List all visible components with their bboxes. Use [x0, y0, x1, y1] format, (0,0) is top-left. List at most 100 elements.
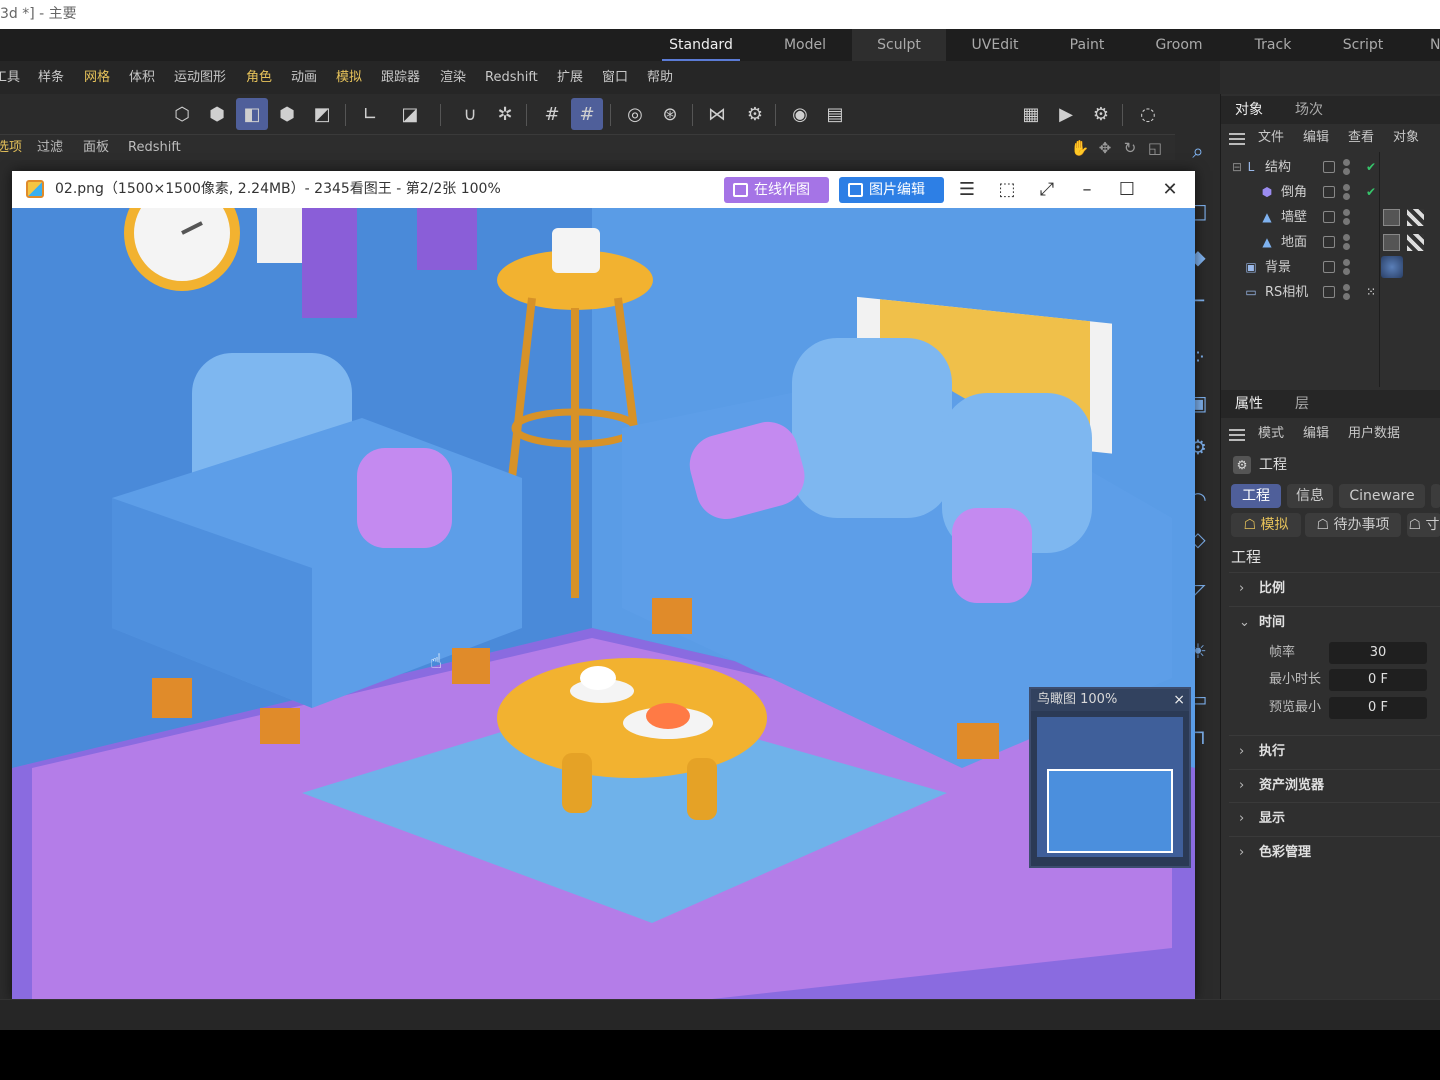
axis-icon[interactable]: ∟ [354, 98, 386, 130]
check-icon[interactable]: ✔ [1363, 159, 1379, 175]
phong-tag-icon[interactable] [1383, 234, 1400, 251]
menu-mesh[interactable]: 网格 [84, 61, 110, 94]
maximize-view-icon[interactable]: ◱ [1145, 138, 1165, 158]
uv-mode-icon[interactable]: ◩ [306, 98, 338, 130]
edit-toggle-icon[interactable] [1323, 261, 1335, 273]
menu-render[interactable]: 渲染 [440, 61, 466, 94]
hamburger-icon[interactable] [1229, 429, 1245, 441]
menu-mode[interactable]: 模式 [1258, 420, 1284, 448]
layout-tab-track[interactable]: Track [1238, 29, 1308, 61]
layout-tab-script[interactable]: Script [1328, 29, 1398, 61]
menu-edit[interactable]: 编辑 [1303, 420, 1329, 448]
redshift-ipr-icon[interactable]: ◌ [1132, 98, 1164, 130]
object-row[interactable]: ▭ RS相机 ⁙ [1221, 280, 1440, 305]
magnet-icon[interactable]: ∪ [454, 98, 486, 130]
group-display[interactable]: › 显示 [1229, 802, 1440, 834]
settings-target-icon[interactable]: ⊛ [654, 98, 686, 130]
edit-toggle-icon[interactable] [1323, 211, 1335, 223]
tab-objects[interactable]: 对象 [1227, 96, 1283, 124]
visibility-dots-icon[interactable] [1343, 233, 1351, 251]
menu-simulate[interactable]: 模拟 [336, 61, 362, 94]
menu-icon[interactable]: ☰ [952, 171, 982, 208]
viewport-menu-filter[interactable]: 过滤 [37, 135, 63, 161]
check-icon[interactable]: ✔ [1363, 184, 1379, 200]
points-mode-icon[interactable]: ⬡ [166, 98, 198, 130]
min-time-input[interactable]: 0 F [1329, 669, 1427, 691]
symmetry-icon[interactable]: ⋈ [701, 98, 733, 130]
snap-grid-icon[interactable]: # [571, 98, 603, 130]
menu-character[interactable]: 角色 [246, 61, 272, 94]
menu-volume[interactable]: 体积 [129, 61, 155, 94]
menu-user-data[interactable]: 用户数据 [1348, 420, 1400, 448]
target-icon[interactable]: ◎ [619, 98, 651, 130]
menu-mograph[interactable]: 运动图形 [174, 61, 226, 94]
hamburger-icon[interactable] [1229, 133, 1245, 145]
close-icon[interactable]: ✕ [1155, 171, 1185, 208]
menu-edit[interactable]: 编辑 [1303, 124, 1329, 152]
group-scale[interactable]: › 比例 [1229, 572, 1440, 604]
layout-tab-sculpt[interactable]: Sculpt [852, 29, 946, 61]
render-active-icon[interactable]: ▶ [1050, 98, 1082, 130]
tab-project[interactable]: 工程 [1231, 484, 1281, 508]
visibility-dots-icon[interactable] [1343, 183, 1351, 201]
object-row[interactable]: ▲ 墙壁 [1221, 205, 1440, 230]
visibility-dots-icon[interactable] [1343, 158, 1351, 176]
menu-file[interactable]: 文件 [1258, 124, 1284, 152]
edit-toggle-icon[interactable] [1323, 186, 1335, 198]
menu-view[interactable]: 查看 [1348, 124, 1374, 152]
camera-tag-icon[interactable]: ⁙ [1363, 284, 1379, 300]
object-row[interactable]: ⊟ L 结构 ✔ [1221, 155, 1440, 180]
room-illustration[interactable] [12, 208, 1195, 999]
minimap-viewport-frame[interactable] [1047, 769, 1173, 853]
model-mode-icon[interactable]: ⬢ [271, 98, 303, 130]
group-asset-browser[interactable]: › 资产浏览器 [1229, 769, 1440, 801]
menu-help[interactable]: 帮助 [647, 61, 673, 94]
object-row[interactable]: ▲ 地面 [1221, 230, 1440, 255]
navigator-minimap[interactable]: 鸟瞰图 100% × [1029, 687, 1191, 868]
tab-overflow[interactable] [1431, 484, 1440, 508]
menu-object[interactable]: 对象 [1393, 124, 1419, 152]
layout-tab-uvedit[interactable]: UVEdit [956, 29, 1034, 61]
minimap-preview[interactable] [1037, 717, 1183, 857]
tab-attributes[interactable]: 属性 [1227, 390, 1283, 418]
menu-tracker[interactable]: 跟踪器 [381, 61, 420, 94]
selection-tool-icon[interactable]: ⌕ [1185, 138, 1211, 164]
online-edit-button[interactable]: 在线作图 [724, 177, 829, 203]
tab-simulation[interactable]: ☖ 模拟 [1231, 513, 1301, 537]
visibility-dots-icon[interactable] [1343, 283, 1351, 301]
polygons-mode-icon[interactable]: ◧ [236, 98, 268, 130]
pan-hand-icon[interactable]: ✋ [1070, 138, 1090, 158]
group-color-management[interactable]: › 色彩管理 [1229, 836, 1440, 868]
workplane-icon[interactable]: ◪ [394, 98, 426, 130]
layout-tab-paint[interactable]: Paint [1052, 29, 1122, 61]
render-view-icon[interactable]: ▦ [1015, 98, 1047, 130]
tab-todo[interactable]: ☖ 待办事项 [1305, 513, 1401, 537]
material-tag-icon[interactable] [1407, 234, 1424, 251]
layers-icon[interactable]: ▤ [819, 98, 851, 130]
menu-window[interactable]: 窗口 [602, 61, 628, 94]
sky-material-icon[interactable] [1381, 256, 1403, 278]
tab-info[interactable]: 信息 [1287, 484, 1333, 508]
grid-icon[interactable]: # [536, 98, 568, 130]
tab-cineware[interactable]: Cineware [1339, 484, 1425, 508]
group-execute[interactable]: › 执行 [1229, 735, 1440, 767]
visibility-dots-icon[interactable] [1343, 208, 1351, 226]
layout-tab-model[interactable]: Model [768, 29, 842, 61]
rotate-view-icon[interactable]: ↻ [1120, 138, 1140, 158]
visibility-dots-icon[interactable] [1343, 258, 1351, 276]
fps-input[interactable]: 30 [1329, 642, 1427, 664]
tab-takes[interactable]: 场次 [1295, 96, 1323, 124]
render-settings-icon[interactable]: ⚙ [1085, 98, 1117, 130]
fullscreen-icon[interactable]: ⤢ [1032, 171, 1062, 208]
symmetry-settings-icon[interactable]: ⚙ [739, 98, 771, 130]
object-row[interactable]: ⬢ 倒角 ✔ [1221, 180, 1440, 205]
visibility-icon[interactable]: ◉ [784, 98, 816, 130]
object-row[interactable]: ▣ 背景 [1221, 255, 1440, 280]
tab-layers[interactable]: 层 [1295, 390, 1309, 418]
menu-tools[interactable]: 工具 [0, 61, 20, 94]
move-view-icon[interactable]: ✥ [1095, 138, 1115, 158]
menu-extensions[interactable]: 扩展 [557, 61, 583, 94]
image-viewer-titlebar[interactable]: 02.png（1500×1500像素, 2.24MB）- 2345看图王 - 第… [12, 171, 1195, 208]
tab-more[interactable]: ☖ 寸 [1407, 513, 1440, 537]
viewport-menu-options[interactable]: 选项 [0, 135, 22, 161]
